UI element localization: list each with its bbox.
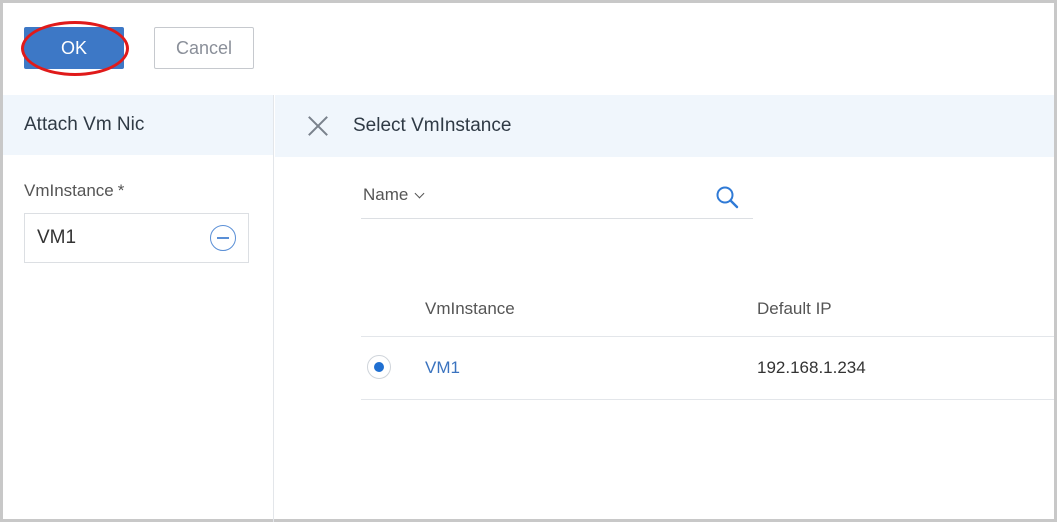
search-icon[interactable] <box>715 185 739 209</box>
column-header-default-ip[interactable]: Default IP <box>757 299 832 319</box>
toolbar: OK Cancel <box>3 3 1054 95</box>
search-filter-select[interactable]: Name <box>363 185 425 205</box>
column-header-vminstance[interactable]: VmInstance <box>425 299 515 319</box>
attach-vm-nic-panel: Attach Vm Nic VmInstance * VM1 <box>3 95 274 522</box>
table-row[interactable]: VM1 192.168.1.234 <box>361 337 1054 400</box>
select-panel-header: Select VmInstance <box>275 95 1054 157</box>
selected-vm-value: VM1 <box>37 227 77 248</box>
remove-icon[interactable] <box>210 225 236 251</box>
filter-label: Name <box>363 185 409 204</box>
field-label-text: VmInstance <box>24 181 114 200</box>
select-panel-title: Select VmInstance <box>353 115 512 136</box>
vminstance-selected-field[interactable]: VM1 <box>24 213 249 263</box>
vminstance-field-label: VmInstance * <box>24 181 124 201</box>
radio-selected-icon[interactable] <box>367 355 391 379</box>
search-bar: Name <box>361 181 753 219</box>
panel-title-text: Attach Vm Nic <box>24 114 145 135</box>
search-input[interactable] <box>461 183 701 213</box>
vm-default-ip: 192.168.1.234 <box>757 358 866 377</box>
close-icon[interactable] <box>307 115 329 137</box>
select-vminstance-panel: Select VmInstance Name VmInstance Defaul… <box>275 95 1054 522</box>
required-mark: * <box>117 181 125 200</box>
vm-name-link[interactable]: VM1 <box>425 358 460 378</box>
vminstance-table: VmInstance Default IP VM1 192.168.1.234 <box>361 281 1054 400</box>
panel-title: Attach Vm Nic <box>3 95 273 155</box>
table-header: VmInstance Default IP <box>361 281 1054 337</box>
cancel-button[interactable]: Cancel <box>154 27 254 69</box>
dialog-frame: OK Cancel Attach Vm Nic VmInstance * VM1 … <box>0 0 1057 522</box>
ok-button[interactable]: OK <box>24 27 124 69</box>
chevron-down-icon <box>414 188 425 198</box>
